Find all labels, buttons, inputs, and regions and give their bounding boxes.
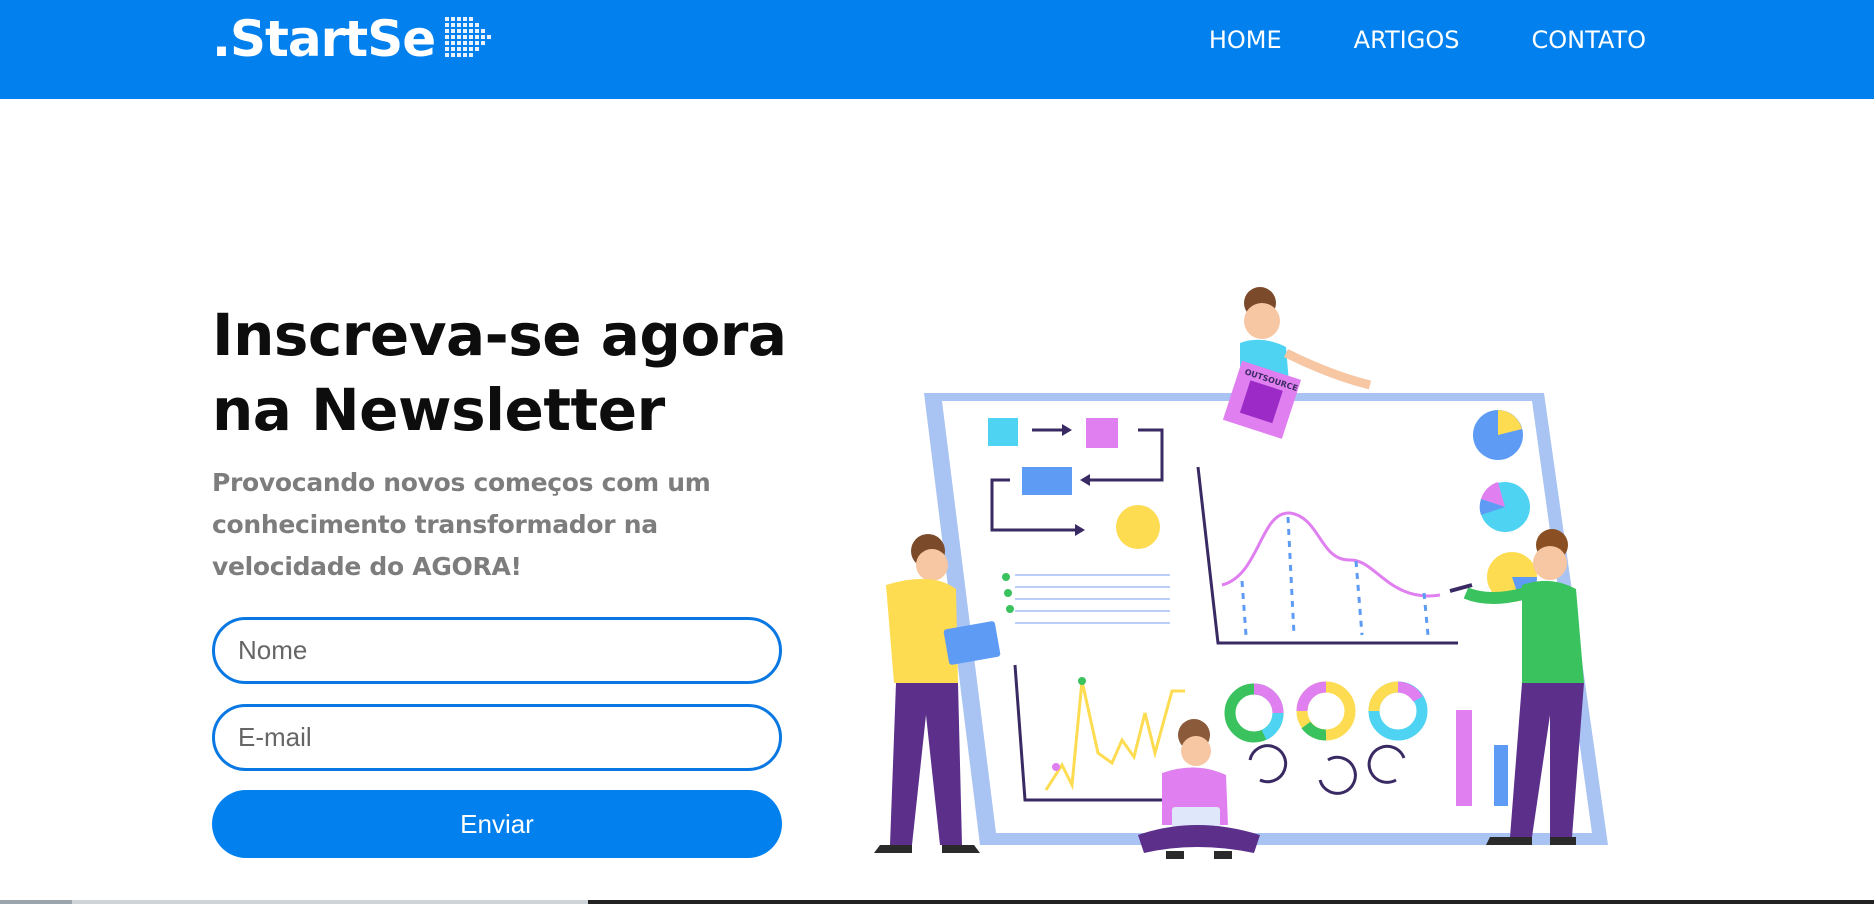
page-subtitle: Provocando novos começos com um conhecim… [212,462,772,588]
logo-text: .StartSe [212,10,436,68]
site-header: .StartSe HOME ARTIGOS CONTATO [0,0,1874,99]
startse-logo[interactable]: .StartSe [212,12,499,66]
subtitle-line-1: Provocando novos começos com um [212,468,711,497]
subtitle-line-2: conhecimento transformador na [212,510,658,539]
subtitle-line-3: velocidade do AGORA! [212,552,522,581]
nav-home[interactable]: HOME [1209,22,1282,58]
team-analytics-illustration: OUTSOURCE [874,287,1608,859]
title-line-2: na Newsletter [212,376,665,444]
title-line-1: Inscreva-se agora [212,301,787,369]
arrow-dots-icon [445,17,492,57]
main-nav: HOME ARTIGOS CONTATO [1209,22,1646,58]
nav-contato[interactable]: CONTATO [1531,22,1646,58]
page-bottom-edge [0,900,1874,904]
page-title: Inscreva-se agora na Newsletter [212,298,812,448]
email-input[interactable] [212,704,782,771]
name-input[interactable] [212,617,782,684]
nav-artigos[interactable]: ARTIGOS [1354,22,1460,58]
submit-button[interactable]: Enviar [212,790,782,858]
